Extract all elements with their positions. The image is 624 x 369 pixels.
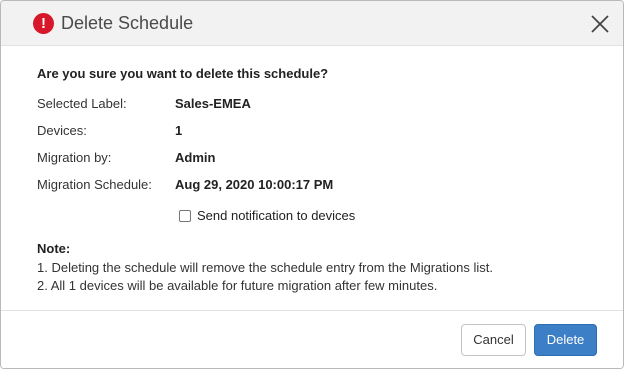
detail-label: Devices: — [37, 123, 87, 138]
dialog-footer: Cancel Delete — [1, 310, 623, 368]
detail-value: Admin — [175, 150, 216, 165]
send-notification-label: Send notification to devices — [197, 208, 356, 223]
detail-value: Sales-EMEA — [175, 96, 251, 111]
detail-value: 1 — [175, 123, 183, 138]
dialog-header: ! Delete Schedule — [1, 1, 623, 46]
close-icon — [591, 15, 609, 33]
delete-button[interactable]: Delete — [534, 324, 597, 356]
close-button[interactable] — [589, 13, 611, 35]
note-title: Note: — [37, 241, 71, 256]
exclamation-circle-icon: ! — [33, 13, 54, 34]
note-line: 2. All 1 devices will be available for f… — [37, 278, 438, 293]
note-line: 1. Deleting the schedule will remove the… — [37, 260, 493, 275]
cancel-button[interactable]: Cancel — [461, 324, 526, 356]
send-notification-option[interactable]: Send notification to devices — [179, 208, 355, 224]
confirmation-question: Are you sure you want to delete this sch… — [37, 66, 329, 81]
delete-schedule-dialog: ! Delete Schedule Are you sure you want … — [0, 0, 624, 369]
dialog-title: Delete Schedule — [61, 13, 194, 33]
detail-label: Migration by: — [37, 150, 112, 165]
send-notification-checkbox[interactable] — [179, 210, 191, 222]
detail-value: Aug 29, 2020 10:00:17 PM — [175, 177, 334, 192]
detail-label: Selected Label: — [37, 96, 127, 111]
detail-label: Migration Schedule: — [37, 177, 152, 192]
